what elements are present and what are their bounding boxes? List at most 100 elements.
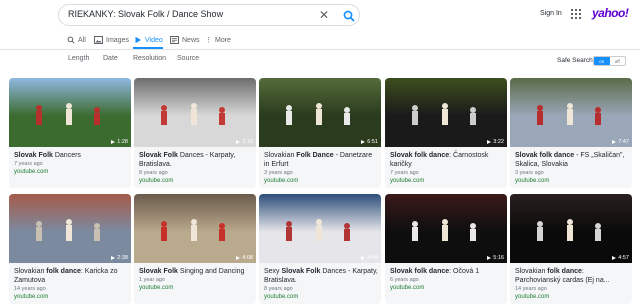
video-age: 6 years ago — [390, 277, 419, 283]
tab-label: More — [215, 36, 231, 44]
video-title[interactable]: Slovak Folk Singing and Dancing — [139, 267, 253, 276]
play-icon — [236, 256, 241, 260]
video-title[interactable]: Sexy Slovak Folk Dances - Karpaty, Brati… — [264, 267, 378, 285]
video-title[interactable]: Slovak folk dance: Očová 1 — [390, 267, 504, 276]
play-icon — [361, 140, 366, 144]
yahoo-logo[interactable]: yahoo! — [592, 6, 629, 20]
header-divider — [0, 49, 640, 50]
news-icon — [170, 36, 179, 44]
video-age: 14 years ago — [515, 286, 547, 292]
video-age: 1 year ago — [139, 277, 165, 283]
video-card[interactable]: 4:44 Sexy Slovak Folk Dances - Karpaty, B… — [259, 194, 381, 304]
video-source[interactable]: youtube.com — [515, 178, 549, 184]
apps-grid-icon[interactable] — [571, 9, 581, 19]
video-thumbnail[interactable]: 3:22 — [385, 78, 507, 147]
play-icon — [612, 256, 617, 260]
tab-more[interactable]: ⋮ More — [205, 33, 231, 47]
vertical-tabs: All Images Video News ⋮ More — [0, 33, 640, 49]
tab-news[interactable]: News — [170, 33, 200, 47]
dancers-graphic — [537, 219, 601, 241]
video-source[interactable]: youtube.com — [390, 285, 424, 291]
video-title[interactable]: Slovak folk dance - FS „Skaličan", Skali… — [515, 151, 629, 169]
video-card[interactable]: 4:08 Slovak Folk Singing and Dancing 1 yea… — [134, 194, 256, 304]
video-card[interactable]: 3:22 Slovak folk dance: Čarnostosk karičk… — [385, 78, 507, 188]
video-card[interactable]: 2:10 Slovak Folk Dances - Karpaty, Bratis… — [134, 78, 256, 188]
video-duration: 2:38 — [111, 255, 128, 261]
tab-images[interactable]: Images — [94, 33, 129, 47]
play-icon — [135, 36, 141, 44]
tab-label: Video — [145, 36, 163, 44]
video-thumbnail[interactable]: 4:44 — [259, 194, 381, 263]
tab-video[interactable]: Video — [134, 33, 163, 47]
sign-in-link[interactable]: Sign In — [540, 10, 562, 17]
video-card[interactable]: 7:47 Slovak folk dance - FS „Skaličan", S… — [510, 78, 632, 188]
filter-source[interactable]: Source — [177, 55, 199, 62]
tab-label: News — [182, 36, 200, 44]
video-duration: 4:08 — [236, 255, 253, 261]
video-thumbnail[interactable]: 5:16 — [385, 194, 507, 263]
dancers-graphic — [36, 219, 100, 241]
video-title[interactable]: Slovak Folk Dances - Karpaty, Bratislava… — [139, 151, 253, 169]
video-source[interactable]: youtube.com — [139, 178, 173, 184]
search-box[interactable]: RIEKANKY: Slovak Folk / Dance Show ✕ — [58, 4, 360, 26]
safe-search-off[interactable]: off — [609, 57, 625, 65]
video-source[interactable]: youtube.com — [14, 169, 48, 175]
video-source[interactable]: youtube.com — [515, 294, 549, 300]
video-age: 7 years ago — [14, 161, 43, 167]
video-title[interactable]: Slovakian Folk Dance - Danetzare in Erfu… — [264, 151, 378, 169]
safe-search-label: Safe Search — [557, 57, 593, 64]
video-duration: 6:51 — [361, 139, 378, 145]
play-icon — [612, 140, 617, 144]
video-age: 3 years ago — [264, 170, 293, 176]
video-title[interactable]: Slovak folk dance: Čarnostosk karičky — [390, 151, 504, 169]
video-thumbnail[interactable]: 7:47 — [510, 78, 632, 147]
safe-search-toggle[interactable]: on off — [593, 56, 626, 66]
play-icon — [111, 140, 116, 144]
search-input[interactable]: RIEKANKY: Slovak Folk / Dance Show — [68, 9, 223, 19]
play-icon — [487, 256, 492, 260]
dancers-graphic — [161, 219, 225, 241]
video-card[interactable]: 4:57 Slovakian folk dance: Parchovianský … — [510, 194, 632, 304]
video-age: 8 years ago — [139, 170, 168, 176]
filter-bar: Length Date Resolution Source — [0, 55, 640, 67]
video-thumbnail[interactable]: 6:51 — [259, 78, 381, 147]
more-vertical-icon: ⋮ — [205, 37, 212, 44]
top-bar: RIEKANKY: Slovak Folk / Dance Show ✕ Sig… — [0, 0, 640, 31]
video-card[interactable]: 6:51 Slovakian Folk Dance - Danetzare in … — [259, 78, 381, 188]
video-card[interactable]: 5:16 Slovak folk dance: Očová 16 years ag… — [385, 194, 507, 304]
video-thumbnail[interactable]: 2:38 — [9, 194, 131, 263]
tab-all[interactable]: All — [67, 33, 86, 47]
dancers-graphic — [412, 219, 476, 241]
dancers-graphic — [412, 103, 476, 125]
search-icon — [67, 36, 75, 44]
video-duration: 5:16 — [487, 255, 504, 261]
filter-resolution[interactable]: Resolution — [133, 55, 166, 62]
video-card[interactable]: 2:38 Slovakian folk dance: Karicka zo Zam… — [9, 194, 131, 304]
video-title[interactable]: Slovak Folk Dancers — [14, 151, 128, 160]
video-thumbnail[interactable]: 1:28 — [9, 78, 131, 147]
filter-length[interactable]: Length — [68, 55, 89, 62]
video-source[interactable]: youtube.com — [139, 285, 173, 291]
tab-label: Images — [106, 36, 129, 44]
play-icon — [111, 256, 116, 260]
dancers-graphic — [161, 103, 225, 125]
video-thumbnail[interactable]: 4:57 — [510, 194, 632, 263]
video-thumbnail[interactable]: 2:10 — [134, 78, 256, 147]
safe-search-on[interactable]: on — [594, 57, 610, 65]
close-icon[interactable]: ✕ — [319, 8, 329, 22]
play-icon — [487, 140, 492, 144]
dancers-graphic — [537, 103, 601, 125]
dancers-graphic — [286, 103, 350, 125]
filter-date[interactable]: Date — [103, 55, 118, 62]
image-icon — [94, 36, 103, 44]
video-card[interactable]: 1:28 Slovak Folk Dancers 7 years ago youtub… — [9, 78, 131, 188]
video-source[interactable]: youtube.com — [14, 294, 48, 300]
video-source[interactable]: youtube.com — [264, 178, 298, 184]
video-title[interactable]: Slovakian folk dance: Karicka zo Zamutov… — [14, 267, 128, 285]
video-thumbnail[interactable]: 4:08 — [134, 194, 256, 263]
search-icon[interactable] — [342, 9, 356, 23]
video-source[interactable]: youtube.com — [390, 178, 424, 184]
video-age: 8 years ago — [264, 286, 293, 292]
video-source[interactable]: youtube.com — [264, 294, 298, 300]
video-title[interactable]: Slovakian folk dance: Parchovianský card… — [515, 267, 629, 285]
